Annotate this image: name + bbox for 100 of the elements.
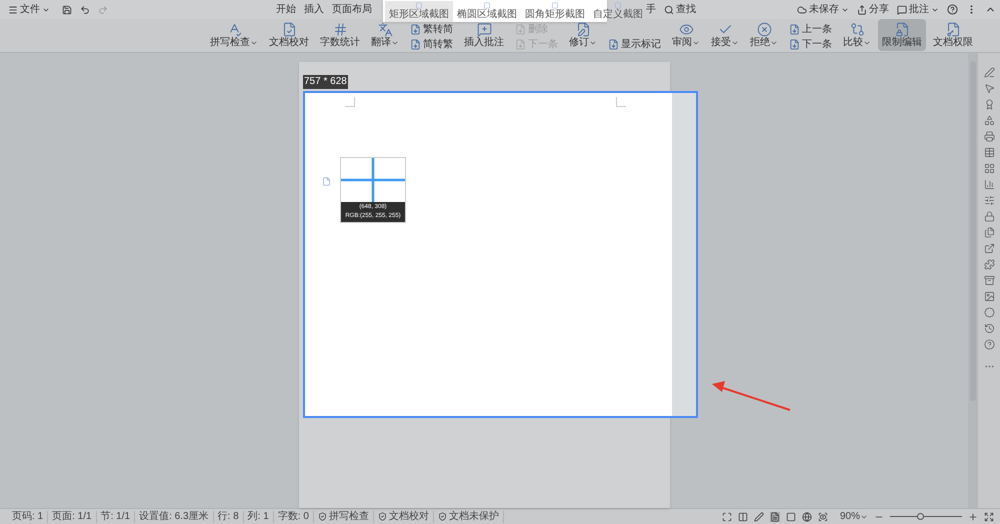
help-icon[interactable] [984,339,994,350]
menu-tab[interactable]: 开始 [276,2,296,17]
compare-icon [850,22,864,36]
document-key-icon [946,22,960,36]
badge-icon[interactable] [984,307,994,318]
capture-option[interactable]: 圆角矩形截图 [521,1,589,22]
menu-tab[interactable]: 页面布局 [332,2,372,17]
ribbon-button[interactable]: 字数统计 [316,19,364,51]
status-button[interactable]: 拼写检查 [314,510,374,522]
ribbon-small-button[interactable]: 简转繁 [406,38,457,51]
zoom-dropdown[interactable]: 90% [840,509,868,524]
lock-icon[interactable] [984,211,994,222]
ribbon-small-button[interactable]: 下一条 [785,38,836,51]
document-check-icon [282,22,296,36]
document-edit-icon [576,22,590,36]
printer-icon[interactable] [984,131,994,142]
status-button[interactable]: 文档校对 [374,510,434,522]
selection-icon [614,2,622,9]
document-icon [515,39,526,50]
menu-icon [8,4,18,14]
menu-tab[interactable]: 插入 [304,2,324,17]
shapes-icon[interactable] [984,115,994,126]
title-action[interactable]: 分享 [857,2,889,17]
export-icon[interactable] [984,243,994,254]
status-icon [378,512,387,521]
outline-icon[interactable] [786,512,796,522]
ribbon-button[interactable]: 文档校对 [265,19,313,51]
status-icon [438,512,447,521]
eye-icon[interactable] [818,512,828,522]
pointer-icon[interactable] [984,83,994,94]
puzzle-icon[interactable] [984,259,994,270]
slider-thumb[interactable] [917,513,924,520]
title-action[interactable]: 批注 [897,2,939,17]
search-button[interactable]: 查找 [664,2,696,17]
chart-icon[interactable] [984,179,994,190]
zoom-in-icon[interactable] [968,512,978,522]
ribbon-small-button[interactable]: 上一条 [785,23,836,36]
ribbon-button[interactable]: 拼写检查 [206,19,262,51]
pen-icon[interactable] [754,512,764,522]
menu-tab[interactable]: 手 [646,2,656,17]
files-icon[interactable] [984,227,994,238]
ribbon-button[interactable]: 限制编辑 [878,19,926,51]
capture-option[interactable]: 自定义截图 [589,1,647,22]
help-icon[interactable] [947,4,958,15]
capture-option[interactable]: 矩形区域截图 [385,1,453,22]
selection-icon [415,2,423,9]
ribbon-button[interactable]: 插入批注 [460,19,508,51]
hash-icon [332,22,348,36]
document-lock-icon [894,22,910,36]
comment-plus-icon [476,22,492,36]
status-icon [318,512,327,521]
zoom-slider[interactable] [890,512,962,520]
archive-icon[interactable] [984,275,994,286]
grid-icon[interactable] [984,163,994,174]
corner-mark [616,97,626,107]
scrollbar[interactable] [968,53,978,508]
eye-icon [678,22,694,36]
status-text: 行: 8 [214,510,244,522]
reject-icon [756,22,772,36]
sliders-icon[interactable] [984,195,994,206]
document-icon [410,39,421,50]
pen-icon[interactable] [984,67,994,78]
status-text: 字数: 0 [274,510,314,522]
corner-mark [345,97,355,107]
document-icon [608,39,619,50]
document-icon [410,24,421,35]
capture-option[interactable]: 椭圆区域截图 [453,1,521,22]
status-text: 设置值: 6.3厘米 [135,510,214,522]
history-icon[interactable] [984,323,994,334]
ribbon-button[interactable]: 文档权限 [929,19,977,51]
columns-icon[interactable] [738,512,748,522]
ribbon-small-button[interactable]: 繁转简 [406,23,457,36]
table-icon[interactable] [984,147,994,158]
status-text: 页码: 1 [8,510,48,522]
file-menu[interactable]: 文件 [4,2,54,17]
award-icon[interactable] [984,99,994,110]
ribbon-button[interactable]: 拒绝 [746,19,782,51]
page-view-icon[interactable] [770,512,780,522]
ribbon-button[interactable]: 比较 [839,19,875,51]
ribbon-button[interactable]: 审阅 [668,19,704,51]
ribbon-small-button[interactable]: 显示标记 [604,38,665,51]
fit-icon[interactable] [984,512,994,522]
title-action[interactable]: 未保存 [797,2,849,17]
share-icon [857,4,867,14]
ribbon-button[interactable]: 修订 [565,19,601,51]
image-icon[interactable] [984,291,994,302]
ribbon-button[interactable]: 接受 [707,19,743,51]
globe-icon[interactable] [802,512,812,522]
fullscreen-icon[interactable] [722,512,732,522]
search-icon [664,4,674,14]
document-icon [515,24,526,35]
selection-area[interactable] [303,91,698,418]
undo-icon[interactable] [80,4,90,14]
status-text: 节: 1/1 [96,510,136,522]
comment-icon [897,4,907,14]
ribbon-button[interactable]: 翻译 [367,19,403,51]
document-icon [789,39,800,50]
selection-icon [483,2,491,9]
status-button[interactable]: 文档未保护 [434,510,504,522]
save-icon[interactable] [62,4,72,14]
